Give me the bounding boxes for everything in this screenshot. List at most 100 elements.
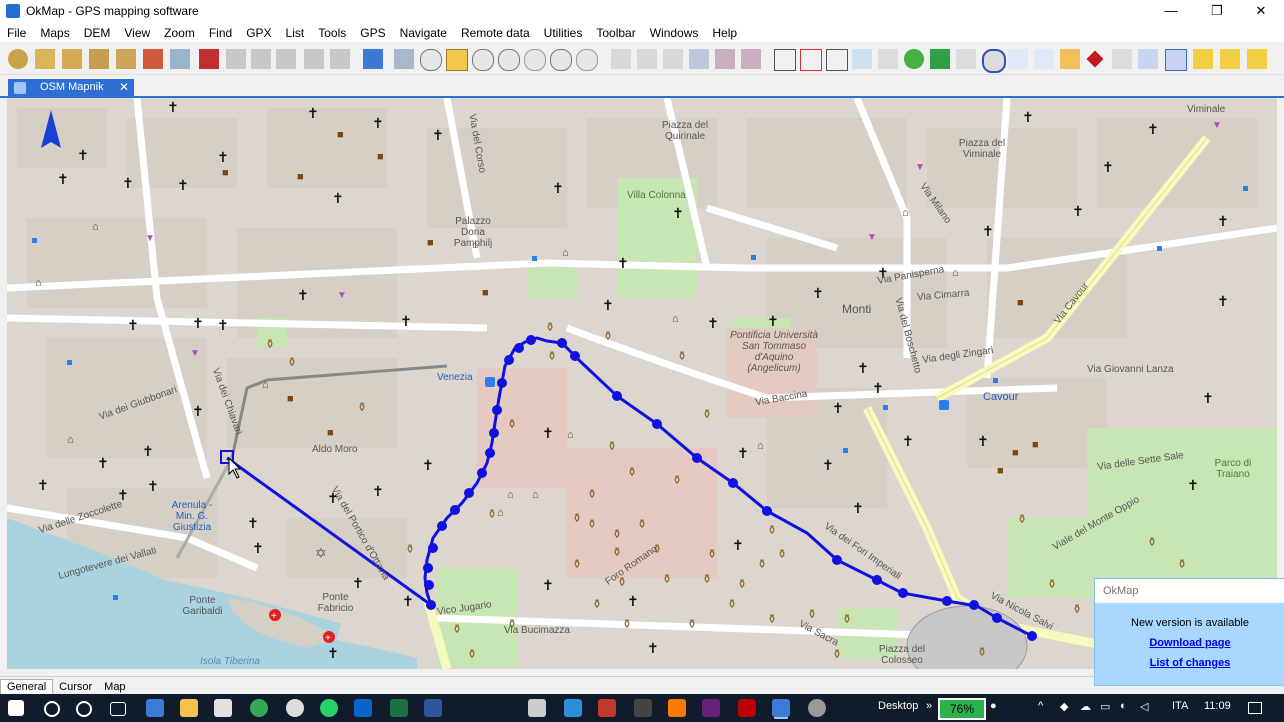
okmap-taskbar-icon[interactable]: [772, 699, 790, 717]
app-icon-7[interactable]: [668, 699, 686, 717]
edit-icon[interactable]: [611, 49, 631, 69]
windows-start-icon[interactable]: [8, 700, 24, 716]
select-icon[interactable]: [689, 49, 709, 69]
selected-tool-icon[interactable]: [1165, 49, 1187, 71]
menu-windows[interactable]: Windows: [643, 22, 706, 42]
window-icon[interactable]: [363, 49, 383, 69]
menu-file[interactable]: File: [0, 22, 33, 42]
map-canvas[interactable]: ✝✝ ✝ ✝✝✝ ✝ ✝ ✝ ✝✝✝ ✝✝✝ ✝✝✝ ✝✝✝ ✝ ✝✝ ✝✝ ✝ ✝✝✝ …: [7, 98, 1277, 669]
outlook-icon[interactable]: [354, 699, 372, 717]
app-icon-3[interactable]: [286, 699, 304, 717]
add-point-icon[interactable]: [800, 49, 822, 71]
app-icon-6[interactable]: [634, 699, 652, 717]
menu-navigate[interactable]: Navigate: [393, 22, 454, 42]
language-indicator[interactable]: ITA: [1172, 700, 1188, 712]
zoom-out-icon[interactable]: [498, 49, 520, 71]
clear-icon[interactable]: [741, 49, 761, 69]
tab-general[interactable]: General: [0, 679, 54, 694]
tag-icon[interactable]: [1060, 49, 1080, 69]
menu-view[interactable]: View: [117, 22, 157, 42]
arrow-icon[interactable]: [1112, 49, 1132, 69]
menu-toolbar[interactable]: Toolbar: [589, 22, 642, 42]
pointer-icon[interactable]: [774, 49, 796, 71]
app-icon-8[interactable]: [738, 699, 756, 717]
settings-icon[interactable]: [808, 699, 826, 717]
menu-zoom[interactable]: Zoom: [157, 22, 202, 42]
zoom-scale-icon[interactable]: [550, 49, 572, 71]
select-area-icon[interactable]: [826, 49, 848, 71]
onedrive-icon[interactable]: ☁: [1080, 700, 1091, 713]
menu-dem[interactable]: DEM: [77, 22, 118, 42]
measure-icon[interactable]: [1220, 49, 1240, 69]
menu-maps[interactable]: Maps: [33, 22, 76, 42]
maximize-button[interactable]: ❐: [1194, 0, 1240, 22]
volume-icon[interactable]: ◁: [1140, 700, 1148, 713]
folder-list-icon[interactable]: [170, 49, 190, 69]
diamond-icon[interactable]: [1086, 50, 1104, 68]
filezilla-icon[interactable]: [598, 699, 616, 717]
cut-icon[interactable]: [330, 49, 350, 69]
menu-gps[interactable]: GPS: [353, 22, 392, 42]
search-icon[interactable]: [44, 701, 60, 717]
grid-icon[interactable]: [663, 49, 683, 69]
menu-tools[interactable]: Tools: [311, 22, 353, 42]
network-icon[interactable]: ◐: [1120, 700, 1127, 712]
whatsapp-icon[interactable]: [320, 699, 338, 717]
app-icon-2[interactable]: [214, 699, 232, 717]
paste-icon[interactable]: [304, 49, 324, 69]
edit-points-icon[interactable]: [637, 49, 657, 69]
menu-list[interactable]: List: [279, 22, 312, 42]
notifications-icon[interactable]: [1248, 702, 1262, 714]
folder-save-icon[interactable]: [62, 49, 82, 69]
chevron-icon[interactable]: »: [926, 700, 932, 712]
measure-area-icon[interactable]: [1247, 49, 1267, 69]
battery-icon[interactable]: ▭: [1100, 700, 1110, 713]
menu-gpx[interactable]: GPX: [239, 22, 278, 42]
app-icon-1[interactable]: [146, 699, 164, 717]
task-view-icon[interactable]: [110, 702, 126, 716]
menu-help[interactable]: Help: [705, 22, 744, 42]
folder-close-icon[interactable]: [143, 49, 163, 69]
app-icon-4[interactable]: [528, 699, 546, 717]
menu-utilities[interactable]: Utilities: [537, 22, 590, 42]
folder-import-icon[interactable]: [116, 49, 136, 69]
dropbox-icon[interactable]: ◆: [1060, 700, 1068, 713]
cortana-icon[interactable]: [76, 701, 92, 717]
visual-studio-icon[interactable]: [702, 699, 720, 717]
list-of-changes-link[interactable]: List of changes: [1095, 657, 1284, 669]
mic-icon[interactable]: ●: [990, 700, 997, 712]
close-button[interactable]: ✕: [1238, 0, 1284, 22]
file-explorer-icon[interactable]: [180, 699, 198, 717]
layers-icon[interactable]: [394, 49, 414, 69]
zoom-1-1-icon[interactable]: [576, 49, 598, 71]
minimize-button[interactable]: —: [1148, 0, 1194, 22]
menu-remote-data[interactable]: Remote data: [454, 22, 537, 42]
save-icon[interactable]: [251, 49, 271, 69]
eraser-icon[interactable]: [852, 49, 872, 69]
track-circle-icon[interactable]: [982, 49, 1006, 73]
menu-find[interactable]: Find: [202, 22, 239, 42]
route-icon[interactable]: [956, 49, 976, 69]
polygon-icon[interactable]: [1008, 49, 1028, 69]
tab-osm-mapnik[interactable]: OSM Mapnik ✕: [8, 79, 134, 97]
map-view[interactable]: ✝ ✝ ✝ ✝ ✝ ✝ ✝ ✝ ✝ ✝ ✝ ✝ ✝ ✝ ✝ ✝ ✝ ✝ ✝ ✝ ✝ ✝ ✝ ✝ ✝ ✝ ✝ ✝ ✝ ✝ …: [7, 98, 1277, 669]
tab-cursor[interactable]: Cursor: [53, 680, 98, 694]
smiley-icon[interactable]: [904, 49, 924, 69]
app-icon-5[interactable]: [564, 699, 582, 717]
star-icon[interactable]: [1138, 49, 1158, 69]
print-preview-icon[interactable]: [226, 49, 246, 69]
delete-select-icon[interactable]: [715, 49, 735, 69]
word-icon[interactable]: [424, 699, 442, 717]
waypoint-icon[interactable]: [930, 49, 950, 69]
up-arrow-icon[interactable]: ^: [1038, 700, 1043, 712]
folder-open-icon[interactable]: [35, 49, 55, 69]
excel-icon[interactable]: [390, 699, 408, 717]
copy-icon[interactable]: [276, 49, 296, 69]
folder-export-icon[interactable]: [89, 49, 109, 69]
tab-map[interactable]: Map: [98, 680, 131, 694]
zoom-in-icon[interactable]: [472, 49, 494, 71]
zoom-fit-icon[interactable]: [524, 49, 546, 71]
move-icon[interactable]: [878, 49, 898, 69]
desktop-toolbar[interactable]: Desktop: [878, 700, 918, 712]
print-icon[interactable]: [199, 49, 219, 69]
